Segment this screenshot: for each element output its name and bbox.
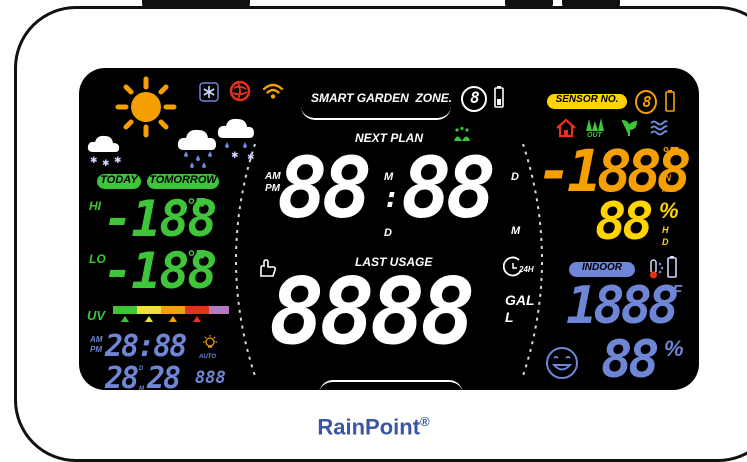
svg-text:✱: ✱ (102, 159, 110, 168)
brand-registered-mark: ® (420, 414, 430, 429)
plan-d-right: D (511, 171, 519, 183)
brand-name: RainPoint (317, 414, 421, 440)
sensor-mm-unit: MM (662, 184, 677, 194)
uv-segment-2 (137, 306, 161, 314)
snowflake-icon (199, 82, 219, 107)
zone-number: 8 (470, 88, 480, 107)
indoor-humidity: 88 (601, 330, 660, 390)
date-d-marker: D (139, 366, 144, 372)
top-tab-right (562, 0, 620, 8)
indoor-pct: % (664, 336, 684, 361)
sensor-humidity: 88 (595, 192, 654, 252)
sensor-d-marker: D (662, 237, 669, 247)
usage-value: 8888 (269, 258, 476, 365)
plan-time-sep: : (383, 181, 400, 214)
plan-time-minutes: 88 (401, 139, 496, 237)
clock-pm: PM (90, 345, 102, 354)
brand-logo: RainPoint® (0, 414, 747, 440)
top-tab-left (142, 0, 250, 8)
clock-am: AM (90, 335, 103, 344)
zone-title: SMART GARDEN ZONE. (311, 91, 453, 105)
uv-scale (109, 306, 231, 322)
clock-time: 28:88 (105, 329, 187, 364)
indoor-temp: 1888 (566, 276, 679, 336)
tomorrow-label: TOMORROW (147, 174, 219, 189)
sensor-h-marker: H (662, 225, 669, 235)
bulb-auto-label: AUTO (199, 354, 216, 360)
globe-icon (229, 80, 251, 107)
lcd-screen: ✱ ✱ ✱ ✱ ✱ TODAY TOMORROW HI -188 °F LO -188… (79, 68, 699, 390)
date-month: 28 (147, 361, 181, 391)
hi-label: HI (89, 199, 101, 213)
h24-label: 24H (519, 265, 534, 274)
liter-unit: L (505, 309, 514, 325)
wifi-icon (262, 82, 284, 105)
lo-temp-unit: °F (187, 247, 206, 267)
uv-segment-3 (161, 306, 185, 314)
gal-unit: GAL (505, 292, 535, 308)
uv-segment-1 (113, 306, 137, 314)
top-tab-mid (505, 0, 553, 8)
sensor-no-label: SENSOR NO. (547, 94, 627, 109)
battery-icon (494, 86, 504, 113)
uv-label: UV (87, 308, 106, 323)
sensor-pct: % (659, 198, 679, 223)
smiley-icon (545, 346, 579, 385)
svg-text:✱: ✱ (90, 156, 98, 166)
indoor-label: INDOOR (569, 262, 635, 277)
sensor-number: 8 (642, 93, 651, 111)
sensor-unit: °F (662, 145, 679, 162)
uv-segment-4 (185, 306, 209, 314)
indoor-temp-unit: °F (666, 283, 683, 300)
date-m-marker: M (139, 386, 144, 390)
hi-temp-unit: °F (187, 195, 206, 215)
date-day: 28 (105, 361, 139, 391)
sensor-number-ring: 8 (635, 90, 657, 114)
plan-m-right: M (511, 225, 521, 237)
sensor-battery-icon (665, 90, 675, 117)
zone-number-ring: 8 (461, 86, 487, 112)
weekday-display: 888 (195, 368, 226, 388)
uv-segment-5 (209, 306, 229, 314)
sensor-in-unit: IN (662, 173, 671, 183)
svg-text:✱: ✱ (114, 156, 122, 166)
cloud-snow-icon: ✱ ✱ ✱ (85, 132, 129, 173)
footer-frame (319, 380, 463, 390)
plan-d-marker: D (384, 227, 392, 239)
plan-time-hours: 88 (277, 139, 372, 237)
today-label: TODAY (97, 174, 141, 189)
left-arc (235, 143, 256, 377)
